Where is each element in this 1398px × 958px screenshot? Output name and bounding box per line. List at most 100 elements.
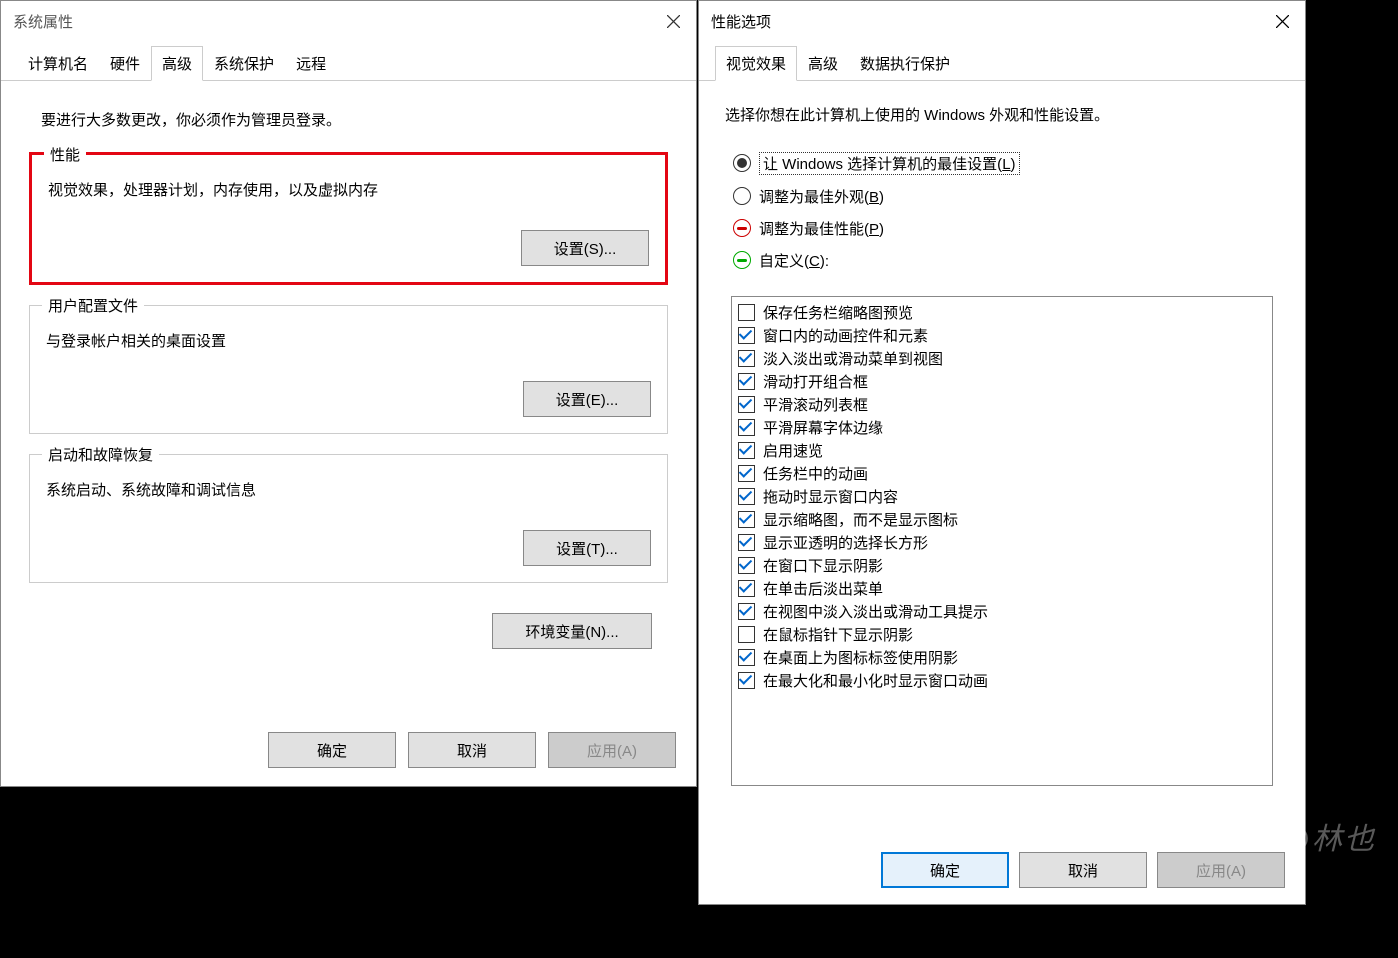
- checkbox-item[interactable]: 在鼠标指针下显示阴影: [738, 623, 1266, 646]
- tab-视觉效果[interactable]: 视觉效果: [715, 46, 797, 81]
- checkbox-label: 淡入淡出或滑动菜单到视图: [763, 348, 943, 369]
- perfopt-footer: 确定 取消 应用(A): [699, 832, 1305, 904]
- perfopt-desc: 选择你想在此计算机上使用的 Windows 外观和性能设置。: [725, 105, 1279, 128]
- checkbox-label: 在单击后淡出菜单: [763, 578, 883, 599]
- checkbox: [738, 580, 755, 597]
- radio-group: 让 Windows 选择计算机的最佳设置(L) 调整为最佳外观(B) 调整为最佳性能…: [733, 152, 1279, 282]
- checkbox-label: 启用速览: [763, 440, 823, 461]
- checkbox-label: 拖动时显示窗口内容: [763, 486, 898, 507]
- checkbox: [738, 327, 755, 344]
- radio-indicator: [733, 154, 751, 172]
- window-title: 性能选项: [711, 11, 771, 32]
- checkbox: [738, 603, 755, 620]
- titlebar: 性能选项: [699, 1, 1305, 41]
- checkbox-item[interactable]: 任务栏中的动画: [738, 462, 1266, 485]
- startup-group: 启动和故障恢复 系统启动、系统故障和调试信息 设置(T)...: [29, 454, 668, 583]
- checkbox-item[interactable]: 显示缩略图，而不是显示图标: [738, 508, 1266, 531]
- checkbox-item[interactable]: 淡入淡出或滑动菜单到视图: [738, 347, 1266, 370]
- apply-button[interactable]: 应用(A): [1157, 852, 1285, 888]
- cancel-button[interactable]: 取消: [408, 732, 536, 768]
- radio-indicator: [733, 187, 751, 205]
- checkbox: [738, 649, 755, 666]
- apply-button[interactable]: 应用(A): [548, 732, 676, 768]
- window-title: 系统属性: [13, 11, 73, 32]
- admin-note: 要进行大多数更改，你必须作为管理员登录。: [41, 109, 656, 130]
- checkbox-item[interactable]: 保存任务栏缩略图预览: [738, 301, 1266, 324]
- checkbox-label: 保存任务栏缩略图预览: [763, 302, 913, 323]
- apply-label: 应用(A): [1196, 860, 1246, 881]
- group-title-perf: 性能: [44, 144, 86, 165]
- checkbox-item[interactable]: 平滑屏幕字体边缘: [738, 416, 1266, 439]
- ok-button[interactable]: 确定: [268, 732, 396, 768]
- tab-远程[interactable]: 远程: [285, 46, 337, 81]
- checkbox-label: 在桌面上为图标标签使用阴影: [763, 647, 958, 668]
- env-variables-button[interactable]: 环境变量(N)...: [492, 613, 652, 649]
- sysprop-footer: 确定 取消 应用(A): [1, 722, 696, 786]
- checkbox-label: 任务栏中的动画: [763, 463, 868, 484]
- checkbox-label: 在鼠标指针下显示阴影: [763, 624, 913, 645]
- group-desc-boot: 系统启动、系统故障和调试信息: [46, 479, 651, 500]
- performance-options-window: 性能选项 视觉效果高级数据执行保护 选择你想在此计算机上使用的 Windows …: [698, 0, 1306, 905]
- settings-user-button[interactable]: 设置(E)...: [523, 381, 651, 417]
- checkbox-label: 平滑滚动列表框: [763, 394, 868, 415]
- checkbox-label: 显示亚透明的选择长方形: [763, 532, 928, 553]
- checkbox-item[interactable]: 平滑滚动列表框: [738, 393, 1266, 416]
- checkbox-item[interactable]: 在桌面上为图标标签使用阴影: [738, 646, 1266, 669]
- checkbox-item[interactable]: 在窗口下显示阴影: [738, 554, 1266, 577]
- checkbox-label: 在视图中淡入淡出或滑动工具提示: [763, 601, 988, 622]
- close-icon: [667, 15, 680, 28]
- performance-group: 性能 视觉效果，处理器计划，内存使用，以及虚拟内存 设置(S)...: [29, 152, 668, 285]
- checkbox-item[interactable]: 显示亚透明的选择长方形: [738, 531, 1266, 554]
- tab-数据执行保护[interactable]: 数据执行保护: [849, 46, 961, 81]
- radio-label: 调整为最佳外观(B): [759, 186, 884, 207]
- checkbox: [738, 557, 755, 574]
- group-desc-perf: 视觉效果，处理器计划，内存使用，以及虚拟内存: [48, 179, 649, 200]
- close-button[interactable]: [1259, 1, 1305, 41]
- tab-计算机名[interactable]: 计算机名: [17, 46, 99, 81]
- radio-option-0[interactable]: 让 Windows 选择计算机的最佳设置(L): [733, 152, 1279, 175]
- radio-option-2[interactable]: 调整为最佳性能(P): [733, 218, 1279, 239]
- userprofile-group: 用户配置文件 与登录帐户相关的桌面设置 设置(E)...: [29, 305, 668, 434]
- checkbox: [738, 511, 755, 528]
- system-properties-window: 系统属性 计算机名硬件高级系统保护远程 要进行大多数更改，你必须作为管理员登录。…: [0, 0, 697, 787]
- close-button[interactable]: [650, 1, 696, 41]
- checkbox: [738, 534, 755, 551]
- radio-label: 让 Windows 选择计算机的最佳设置(L): [759, 152, 1020, 175]
- cancel-button[interactable]: 取消: [1019, 852, 1147, 888]
- checkbox: [738, 465, 755, 482]
- tab-系统保护[interactable]: 系统保护: [203, 46, 285, 81]
- checkbox-item[interactable]: 在单击后淡出菜单: [738, 577, 1266, 600]
- visual-effects-checklist[interactable]: 保存任务栏缩略图预览窗口内的动画控件和元素淡入淡出或滑动菜单到视图滑动打开组合框…: [731, 296, 1273, 786]
- checkbox: [738, 419, 755, 436]
- ok-button[interactable]: 确定: [881, 852, 1009, 888]
- tab-高级[interactable]: 高级: [797, 46, 849, 81]
- checkbox-item[interactable]: 窗口内的动画控件和元素: [738, 324, 1266, 347]
- checkbox-item[interactable]: 拖动时显示窗口内容: [738, 485, 1266, 508]
- sysprop-tabstrip: 计算机名硬件高级系统保护远程: [1, 45, 696, 81]
- checkbox-label: 窗口内的动画控件和元素: [763, 325, 928, 346]
- checkbox-item[interactable]: 启用速览: [738, 439, 1266, 462]
- group-desc-user: 与登录帐户相关的桌面设置: [46, 330, 651, 351]
- settings-perf-button[interactable]: 设置(S)...: [521, 230, 649, 266]
- radio-indicator: [733, 251, 751, 269]
- checkbox: [738, 626, 755, 643]
- checkbox-label: 在最大化和最小化时显示窗口动画: [763, 670, 988, 691]
- checkbox: [738, 396, 755, 413]
- checkbox: [738, 442, 755, 459]
- group-title-boot: 启动和故障恢复: [42, 444, 159, 465]
- radio-option-1[interactable]: 调整为最佳外观(B): [733, 186, 1279, 207]
- checkbox-item[interactable]: 在最大化和最小化时显示窗口动画: [738, 669, 1266, 692]
- settings-boot-button[interactable]: 设置(T)...: [523, 530, 651, 566]
- checkbox: [738, 488, 755, 505]
- sysprop-content: 要进行大多数更改，你必须作为管理员登录。 性能 视觉效果，处理器计划，内存使用，…: [1, 81, 696, 722]
- checkbox-label: 显示缩略图，而不是显示图标: [763, 509, 958, 530]
- titlebar: 系统属性: [1, 1, 696, 41]
- tab-硬件[interactable]: 硬件: [99, 46, 151, 81]
- checkbox-label: 滑动打开组合框: [763, 371, 868, 392]
- tab-高级[interactable]: 高级: [151, 46, 203, 81]
- checkbox-item[interactable]: 在视图中淡入淡出或滑动工具提示: [738, 600, 1266, 623]
- checkbox-item[interactable]: 滑动打开组合框: [738, 370, 1266, 393]
- group-title-user: 用户配置文件: [42, 295, 144, 316]
- radio-option-3[interactable]: 自定义(C):: [733, 250, 1279, 271]
- perfopt-content: 选择你想在此计算机上使用的 Windows 外观和性能设置。 让 Windows…: [699, 81, 1305, 832]
